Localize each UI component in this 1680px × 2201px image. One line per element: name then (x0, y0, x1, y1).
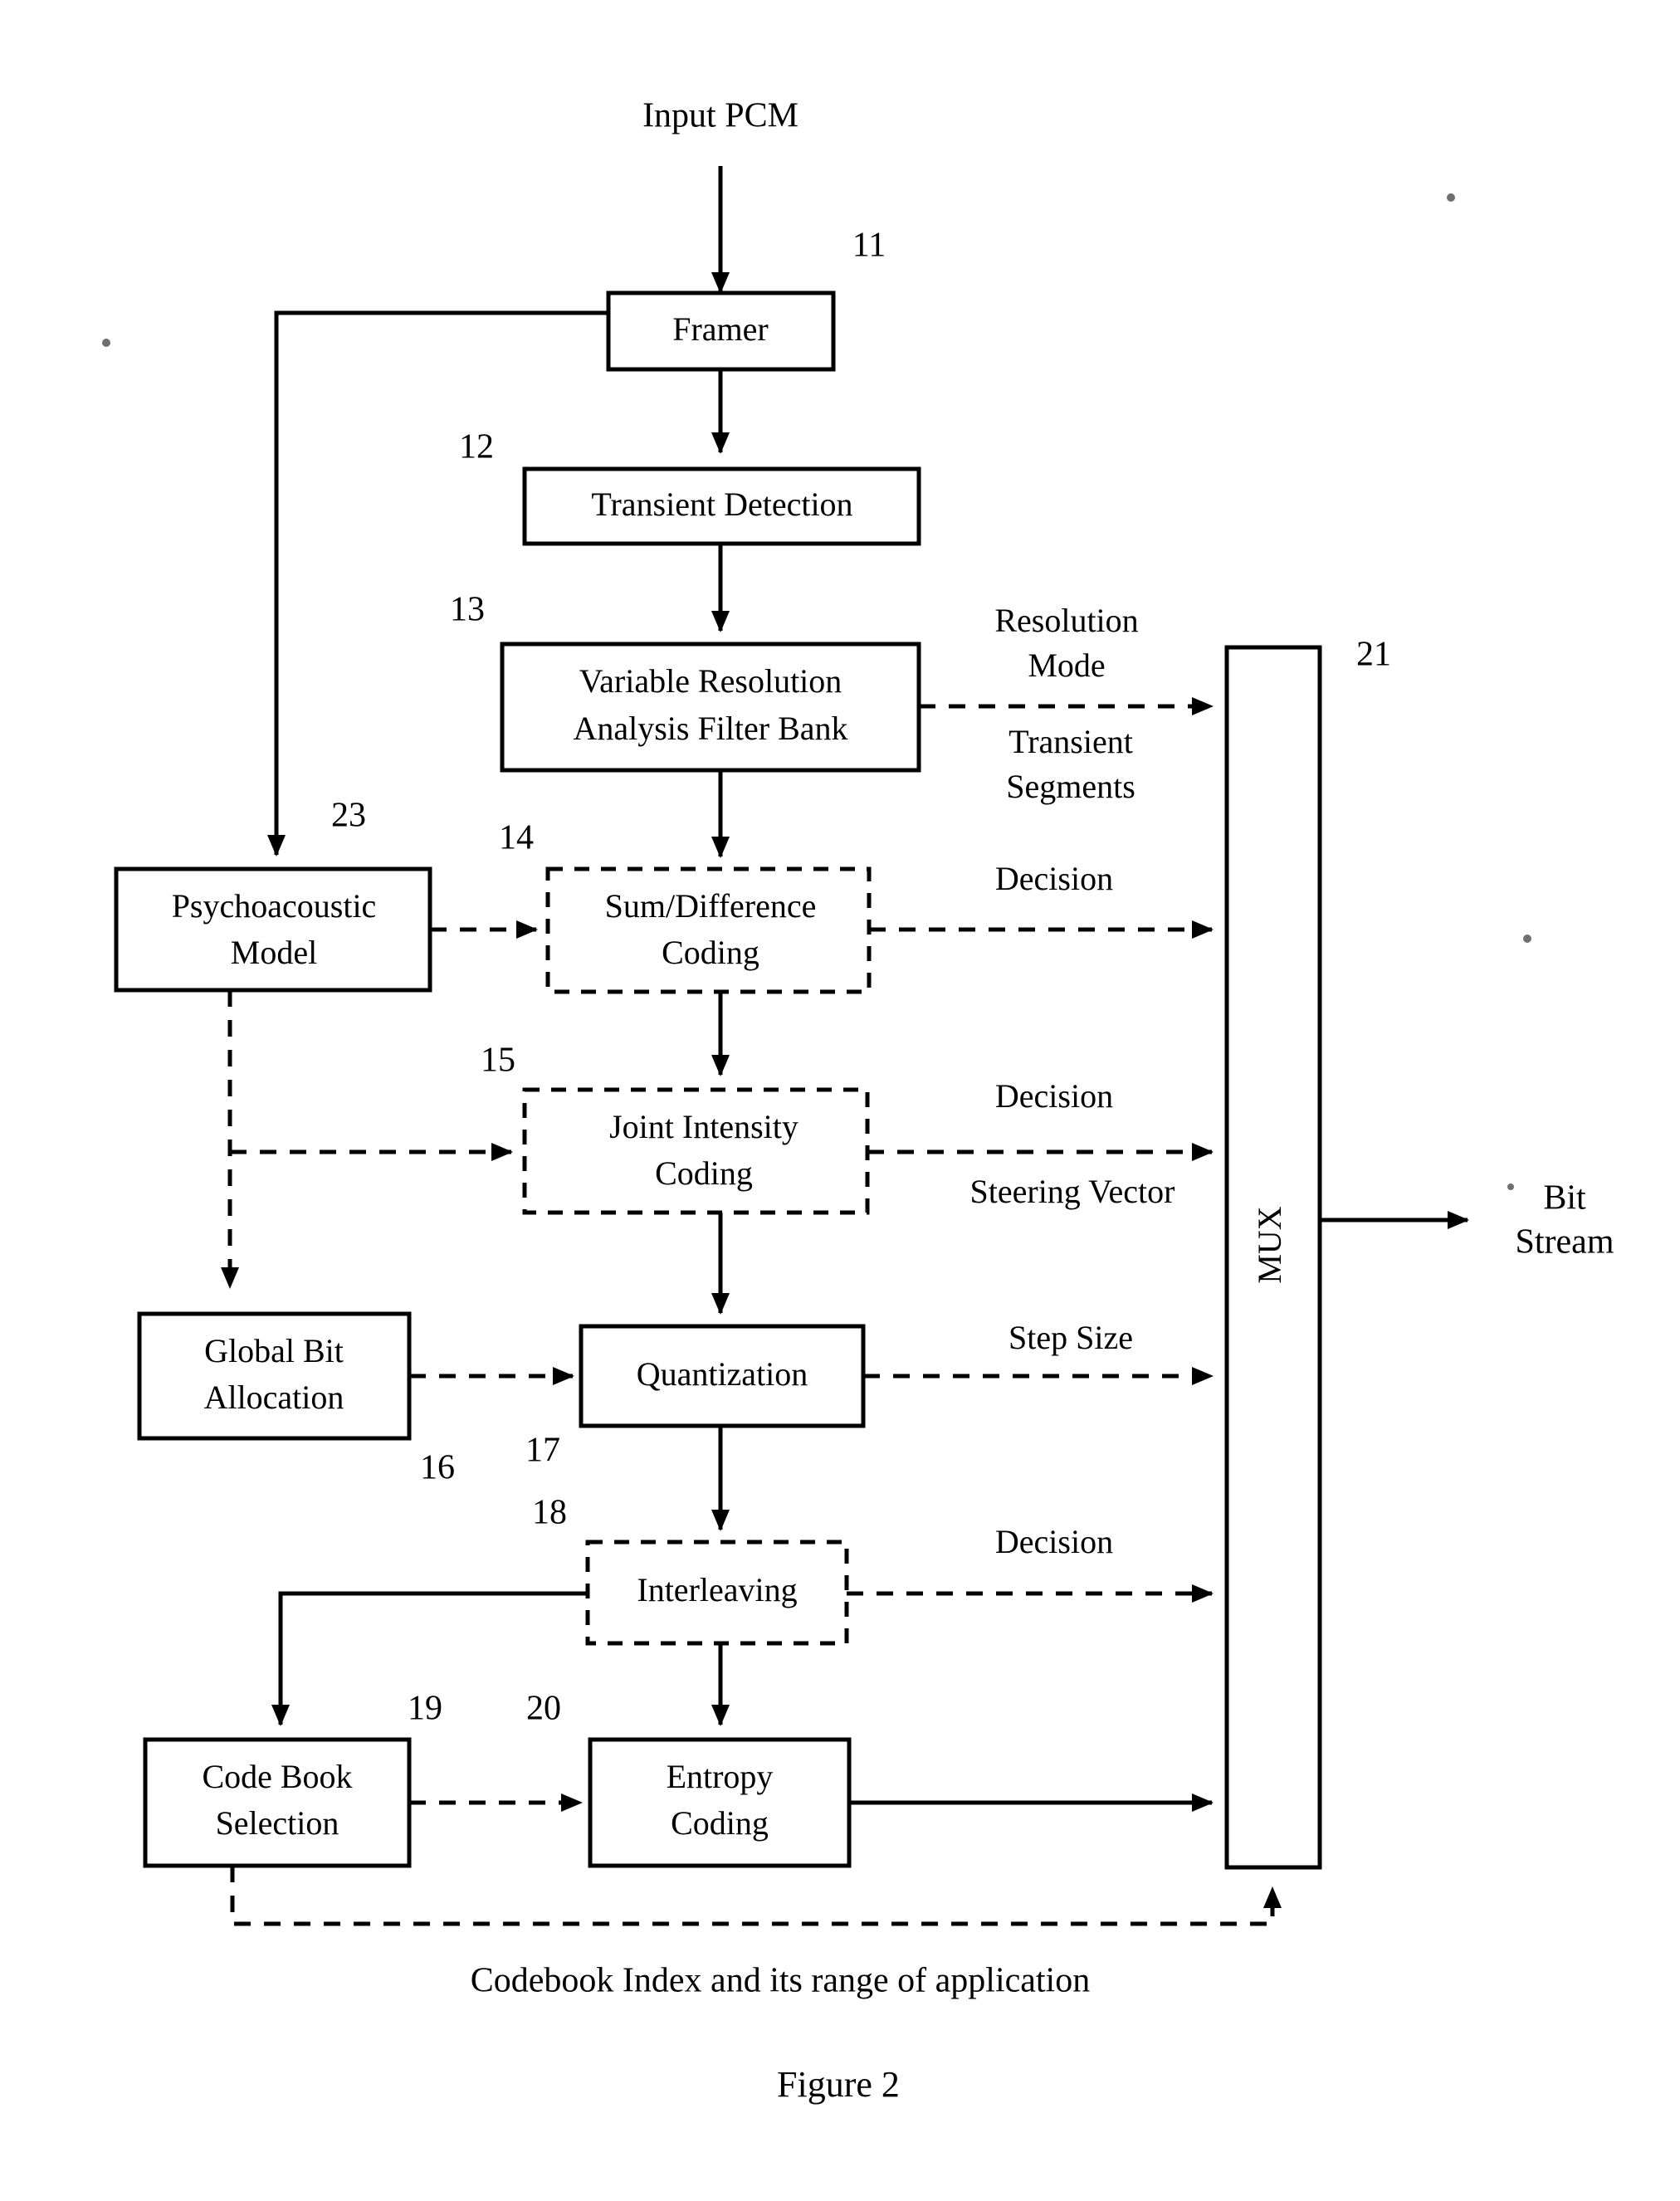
ref-number-16: 16 (420, 1449, 455, 1487)
scan-speck (1447, 193, 1455, 202)
ref-number-13: 13 (450, 591, 485, 629)
block-entropy-label-1: Entropy (667, 1758, 774, 1795)
edge-label-steering-vector: Steering Vector (970, 1173, 1175, 1210)
block-globalbit-label-1: Global Bit (204, 1332, 344, 1369)
edge-label-step-size: Step Size (1008, 1319, 1133, 1356)
ref-number-21: 21 (1356, 636, 1391, 674)
bit-stream-label-line1: Bit (1543, 1179, 1586, 1218)
figure-caption: Figure 2 (777, 2064, 900, 2105)
patent-figure-diagram: Input PCM Framer 11 Transient Detection … (0, 0, 1680, 2201)
ref-number-20: 20 (526, 1690, 561, 1728)
ref-number-18: 18 (532, 1494, 567, 1532)
ref-number-23: 23 (331, 797, 366, 835)
block-diagram-canvas: Input PCM Framer 11 Transient Detection … (102, 97, 1614, 2105)
edge-label-decision-joint: Decision (995, 1077, 1113, 1115)
block-framer-label: Framer (672, 310, 769, 348)
block-psychoacoustic-label-2: Model (231, 934, 317, 971)
input-pcm-label: Input PCM (642, 97, 798, 135)
block-mux-label: MUX (1251, 1206, 1288, 1283)
scan-speck (1523, 935, 1531, 943)
block-sumdiff-label-2: Coding (662, 934, 759, 971)
block-transient-detection-label: Transient Detection (591, 486, 852, 523)
ref-number-17: 17 (525, 1432, 560, 1470)
codebook-feedback-to-mux-dashed (230, 1866, 1282, 1926)
block-filter-bank-label-2: Analysis Filter Bank (573, 710, 847, 747)
block-psychoacoustic-label-1: Psychoacoustic (172, 887, 377, 925)
block-interleaving-label: Interleaving (637, 1571, 797, 1608)
edge-label-resolution-mode-line2: Mode (1028, 647, 1105, 684)
block-codebook-label-2: Selection (216, 1804, 339, 1842)
bit-stream-label-line2: Stream (1516, 1223, 1614, 1262)
framer-to-psychoacoustic-line (267, 310, 608, 856)
block-filter-bank-label-1: Variable Resolution (579, 662, 842, 700)
edge-label-transient-segments-line1: Transient (1008, 723, 1133, 760)
codebook-index-note: Codebook Index and its range of applicat… (471, 1962, 1090, 2000)
block-entropy-label-2: Coding (671, 1804, 769, 1842)
block-jointintensity-label-2: Coding (655, 1154, 753, 1192)
scan-speck (102, 339, 110, 347)
edge-label-decision-interleaving: Decision (995, 1523, 1113, 1560)
edge-label-decision-sumdiff: Decision (995, 860, 1113, 897)
ref-number-15: 15 (481, 1042, 515, 1080)
ref-number-11: 11 (852, 227, 886, 265)
block-codebook-label-1: Code Book (202, 1758, 352, 1795)
block-quantization-label: Quantization (637, 1355, 808, 1393)
ref-number-14: 14 (499, 819, 534, 857)
block-sumdiff-label-1: Sum/Difference (605, 887, 817, 925)
block-jointintensity-label-1: Joint Intensity (609, 1108, 798, 1145)
block-globalbit-label-2: Allocation (204, 1379, 344, 1416)
scan-speck (1507, 1183, 1514, 1190)
ref-number-19: 19 (408, 1690, 442, 1728)
edge-label-transient-segments-line2: Segments (1006, 768, 1135, 805)
ref-number-12: 12 (459, 428, 494, 466)
edge-label-resolution-mode-line1: Resolution (994, 602, 1138, 639)
